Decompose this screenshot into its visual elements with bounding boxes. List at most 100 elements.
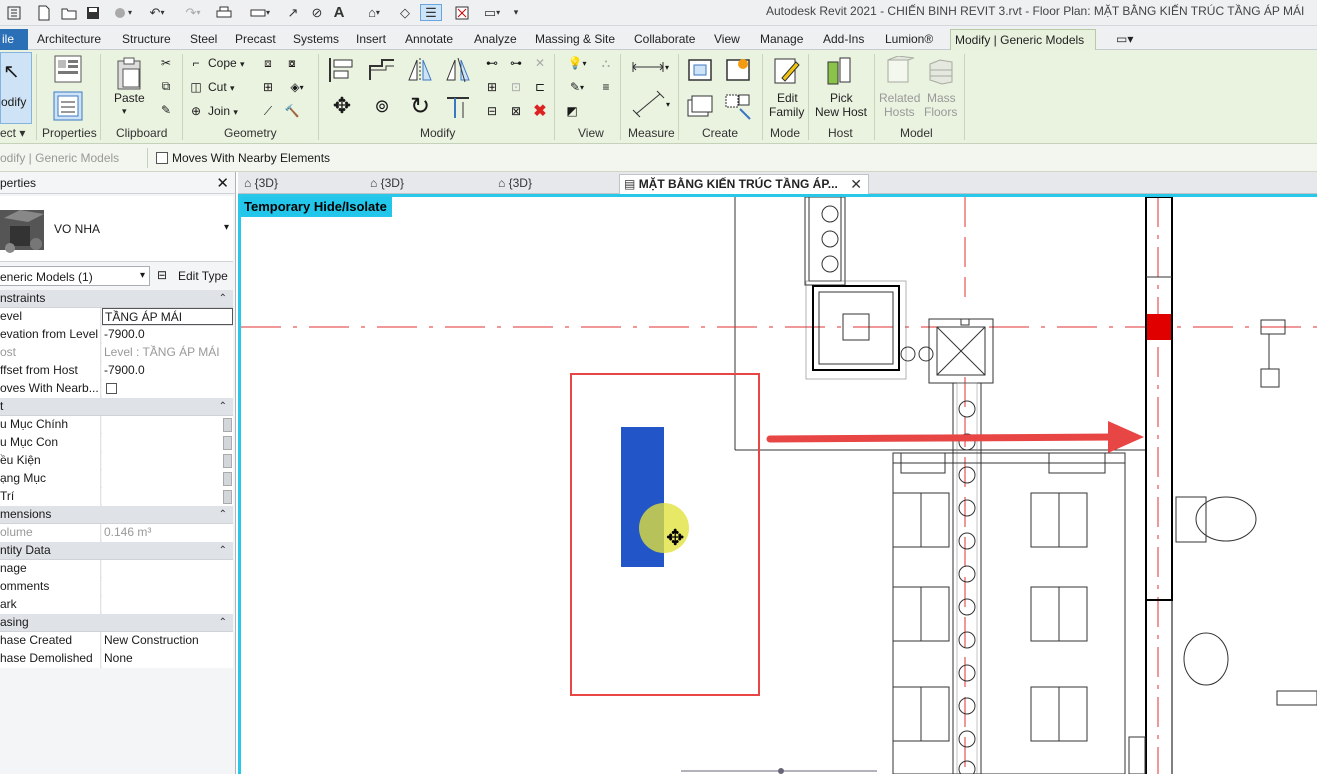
paste-dropdown-icon[interactable]: ▾ — [122, 106, 127, 117]
sync-icon[interactable]: ▾ — [108, 4, 136, 21]
create-parts-icon[interactable] — [722, 54, 754, 86]
section-phasing[interactable]: asing ⌃ — [0, 614, 233, 632]
move-icon[interactable]: ✥ — [326, 90, 358, 122]
delete-icon[interactable]: ✖ — [532, 103, 548, 120]
measure-between-icon[interactable]: ▾ — [628, 55, 672, 79]
cope-icon[interactable]: ⌐ — [188, 55, 204, 71]
cut-geometry-icon[interactable]: ◫ — [188, 79, 204, 95]
trim-multiple-icon[interactable]: ⊠ — [508, 103, 524, 119]
row-custom-3[interactable]: ều Kiện — [0, 452, 233, 470]
edit-type-button[interactable]: ⊟ Edit Type — [155, 266, 231, 286]
close-tab-icon[interactable]: ✕ — [850, 175, 862, 194]
text-icon[interactable]: A — [330, 4, 348, 21]
default-3d-icon[interactable]: ⌂ ▾ — [360, 4, 388, 21]
line-pattern-icon[interactable]: ≡ — [598, 79, 614, 95]
row-phase-demolished[interactable]: hase Demolished None — [0, 650, 233, 668]
create-similar-icon[interactable] — [722, 90, 754, 122]
switch-windows-icon[interactable]: ▭ ▾ — [478, 4, 506, 21]
tab-collaborate[interactable]: Collaborate — [630, 29, 699, 50]
pin-icon[interactable]: ✕ — [532, 55, 548, 71]
row-level[interactable]: evel TẦNG ÁP MÁI — [0, 308, 233, 326]
beam-join-icon[interactable]: ⊞ — [260, 79, 276, 95]
mass-floors-icon[interactable] — [924, 54, 958, 88]
tab-add-ins[interactable]: Add-Ins — [819, 29, 868, 50]
new-icon[interactable] — [36, 4, 52, 21]
save-icon[interactable] — [84, 4, 102, 21]
row-moves-with-nearby[interactable]: oves With Nearb... — [0, 380, 233, 398]
app-menu-icon[interactable] — [6, 4, 22, 21]
drawing-canvas[interactable]: Temporary Hide/Isolate ✥ — [238, 194, 1317, 774]
tab-architecture[interactable]: Architecture — [33, 29, 105, 50]
split-icon[interactable]: ⊷ — [484, 55, 500, 71]
row-phase-created[interactable]: hase Created New Construction — [0, 632, 233, 650]
tab-precast[interactable]: Precast — [231, 29, 280, 50]
related-hosts-icon[interactable] — [882, 54, 916, 88]
mirror-axis-icon[interactable] — [404, 54, 436, 86]
open-icon[interactable] — [60, 4, 78, 21]
remove-paint-icon[interactable]: 🔨 — [284, 103, 300, 119]
create-group-icon[interactable] — [684, 90, 716, 122]
row-custom-4[interactable]: ạng Mục — [0, 470, 233, 488]
wall-joins-icon[interactable]: ⧈ — [260, 55, 276, 71]
close-hidden-icon[interactable] — [452, 4, 472, 21]
redo-icon[interactable]: ↷ ▾ — [178, 4, 208, 21]
join-button[interactable]: Join ▾ — [208, 104, 238, 118]
section-dimensions[interactable]: mensions ⌃ — [0, 506, 233, 524]
hide-in-view-icon[interactable]: 💡 ▾ — [564, 55, 590, 71]
join-icon[interactable]: ⊕ — [188, 103, 204, 119]
cope-button[interactable]: Cope ▾ — [208, 56, 245, 70]
tag-icon[interactable]: ⊘ — [308, 4, 326, 21]
section-icon[interactable]: ◇ — [396, 4, 414, 21]
override-graphics-icon[interactable]: ⛬ — [598, 55, 614, 71]
view-tab-3d-2[interactable]: ⌂ {3D} — [370, 174, 404, 194]
related-hosts-line1[interactable]: Related — [879, 91, 920, 105]
tab-file[interactable]: ile — [0, 29, 28, 50]
row-image[interactable]: nage — [0, 560, 233, 578]
demolish-icon[interactable]: ⟋ — [260, 103, 276, 119]
section-text[interactable]: t ⌃ — [0, 398, 233, 416]
tab-lumion[interactable]: Lumion® — [881, 29, 937, 50]
tab-analyze[interactable]: Analyze — [470, 29, 521, 50]
ribbon-minimize-toggle[interactable]: ▭▾ — [1112, 29, 1137, 50]
trim-single-icon[interactable]: ⊟ — [484, 103, 500, 119]
properties-icon[interactable] — [48, 88, 88, 124]
row-custom-5[interactable]: Trí — [0, 488, 233, 506]
split-gap-icon[interactable]: ⊶ — [508, 55, 524, 71]
mirror-draw-icon[interactable] — [442, 54, 474, 86]
tab-manage[interactable]: Manage — [756, 29, 807, 50]
close-icon[interactable]: ✕ — [216, 174, 229, 192]
linework-icon[interactable]: ✎ ▾ — [564, 79, 590, 95]
related-hosts-line2[interactable]: Hosts — [884, 105, 915, 119]
match-type-icon[interactable]: ✎ — [158, 102, 174, 118]
moves-with-nearby-checkbox[interactable] — [156, 152, 168, 164]
moves-checkbox[interactable] — [106, 383, 117, 394]
undo-icon[interactable]: ↶ ▾ — [142, 4, 172, 21]
array-icon[interactable]: ⊞ — [484, 79, 500, 95]
mass-floors-line1[interactable]: Mass — [927, 91, 956, 105]
type-selector[interactable]: VO NHA ▾ — [0, 196, 233, 262]
paint-icon[interactable]: ◈ ▾ — [284, 79, 310, 95]
section-constraints[interactable]: nstraints ⌃ — [0, 290, 233, 308]
instance-filter-dropdown[interactable]: eneric Models (1) ▾ — [0, 266, 150, 286]
tab-massing-site[interactable]: Massing & Site — [531, 29, 619, 50]
section-identity-data[interactable]: ntity Data ⌃ — [0, 542, 233, 560]
modify-button[interactable]: ↖ odify — [0, 52, 32, 124]
edit-family-line2[interactable]: Family — [769, 105, 804, 119]
dimension-aligned-icon[interactable]: ▾ — [628, 88, 672, 120]
mass-floors-line2[interactable]: Floors — [924, 105, 957, 119]
pick-new-host-line2[interactable]: New Host — [815, 105, 867, 119]
measure-icon[interactable]: ▾ — [246, 4, 274, 21]
view-tab-3d-3[interactable]: ⌂ {3D} — [498, 174, 532, 194]
edit-family-icon[interactable] — [770, 54, 802, 88]
customize-qat-icon[interactable]: ▾ — [510, 4, 522, 21]
type-properties-icon[interactable] — [48, 52, 88, 86]
create-assembly-icon[interactable] — [684, 54, 716, 86]
row-mark[interactable]: ark — [0, 596, 233, 614]
selection-box-icon[interactable]: ◩ — [564, 103, 580, 119]
split-face-icon[interactable]: ⧇ — [284, 55, 300, 71]
copy-element-icon[interactable]: ⊚ — [366, 90, 398, 122]
row-offset[interactable]: ffset from Host -7900.0 — [0, 362, 233, 380]
paste-button[interactable]: Paste — [114, 91, 145, 105]
cut-button[interactable]: Cut ▾ — [208, 80, 235, 94]
trim-extend-icon[interactable] — [442, 90, 474, 122]
